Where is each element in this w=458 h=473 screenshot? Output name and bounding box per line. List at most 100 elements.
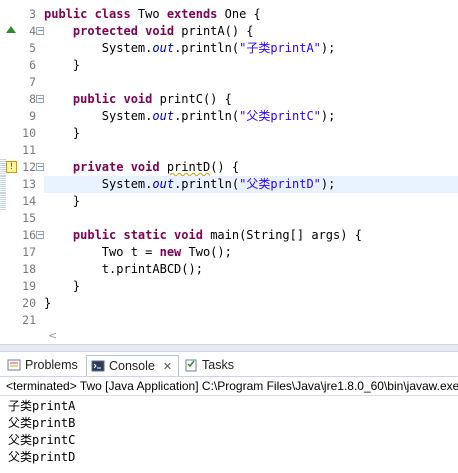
code-line[interactable]: public void printC() {: [44, 91, 458, 108]
line-number-text: 16: [22, 228, 36, 242]
line-number-text: 6: [29, 58, 36, 72]
code-line[interactable]: }: [44, 125, 458, 142]
panel-divider[interactable]: [0, 344, 458, 352]
warning-marker-icon[interactable]: !: [6, 161, 17, 173]
line-number-18: 18: [6, 261, 44, 278]
code-token: printA() {: [181, 24, 254, 38]
code-token: }: [44, 296, 52, 310]
line-number-text: 8: [29, 92, 36, 106]
code-token: );: [320, 41, 336, 55]
fold-toggle-icon[interactable]: −: [36, 231, 44, 239]
tab-console[interactable]: Console ✕: [86, 355, 180, 376]
code-area[interactable]: public class Two extends One { protected…: [44, 0, 458, 327]
code-line[interactable]: t.printABCD();: [44, 261, 458, 278]
line-number-9: 9: [6, 108, 44, 125]
code-line[interactable]: System.out.println("子类printA");: [44, 40, 458, 57]
line-number-8: 8−: [6, 91, 44, 108]
scroll-left-icon[interactable]: <: [48, 327, 57, 344]
code-line[interactable]: }: [44, 295, 458, 312]
code-line[interactable]: [44, 142, 458, 159]
tab-tasks[interactable]: Tasks: [180, 355, 240, 376]
code-token: main(String[]: [210, 228, 312, 242]
keyword-token: public class: [44, 7, 138, 21]
line-number-5: 5: [6, 40, 44, 57]
line-number-12: 12−!: [6, 159, 44, 176]
code-token: Two: [137, 7, 167, 21]
code-line[interactable]: }: [44, 57, 458, 74]
code-token: .println(: [174, 109, 240, 123]
fold-toggle-icon[interactable]: −: [36, 95, 44, 103]
code-line[interactable]: public class Two extends One {: [44, 6, 458, 23]
code-line[interactable]: private void printD() {: [44, 159, 458, 176]
fold-toggle-icon[interactable]: −: [36, 27, 44, 35]
code-token: }: [44, 194, 81, 208]
line-number-text: 21: [22, 313, 36, 327]
keyword-token: protected void: [72, 24, 182, 38]
code-token: Two();: [188, 245, 232, 259]
console-output-line: 子类printA: [8, 399, 76, 413]
code-token: System.: [44, 177, 153, 191]
line-number-text: 7: [29, 75, 36, 89]
code-line[interactable]: public static void main(String[] args) {: [44, 227, 458, 244]
keyword-token: new: [159, 245, 189, 259]
close-tab-icon[interactable]: ✕: [163, 361, 172, 373]
code-editor[interactable]: 3 4−5 6 7 8−9 10 11 12−! 13 14 15 16−17 18 19 20 21 pub…: [0, 0, 458, 344]
code-line[interactable]: [44, 74, 458, 91]
keyword-token: public static void: [72, 228, 211, 242]
tab-label: Problems: [25, 358, 78, 372]
code-line[interactable]: protected void printA() {: [44, 23, 458, 40]
code-token: ) {: [340, 228, 362, 242]
code-line[interactable]: }: [44, 278, 458, 295]
panel-tab-bar: Problems Console ✕ Tasks: [0, 352, 458, 377]
code-token: }: [44, 126, 81, 140]
code-line[interactable]: System.out.println("父类printC");: [44, 108, 458, 125]
line-number-text: 9: [29, 109, 36, 123]
line-number-20: 20: [6, 295, 44, 312]
line-number-text: 18: [22, 262, 36, 276]
line-number-21: 21: [6, 312, 44, 329]
code-token: .println(: [174, 41, 240, 55]
string-token: "父类printC": [239, 109, 321, 123]
line-number-6: 6: [6, 57, 44, 74]
code-line[interactable]: [44, 210, 458, 227]
console-output[interactable]: 子类printA 父类printB 父类printC 父类printD: [0, 396, 458, 473]
line-number-10: 10: [6, 125, 44, 142]
code-token: Two t =: [44, 245, 160, 259]
code-token: );: [320, 177, 336, 191]
code-token: );: [320, 109, 336, 123]
line-number-text: 11: [22, 143, 36, 157]
tab-label: Console: [109, 359, 155, 373]
problems-icon: [7, 358, 21, 372]
line-number-text: 3: [29, 7, 36, 21]
code-line[interactable]: Two t = new Two();: [44, 244, 458, 261]
line-number-11: 11: [6, 142, 44, 159]
line-number-text: 19: [22, 279, 36, 293]
tasks-icon: [184, 358, 198, 372]
console-status-line: <terminated> Two [Java Application] C:\P…: [0, 377, 458, 396]
code-token: System.: [44, 41, 153, 55]
field-token: out: [152, 41, 175, 55]
code-token: }: [44, 58, 81, 72]
console-icon: [91, 359, 105, 373]
fold-toggle-icon[interactable]: −: [36, 163, 44, 171]
line-number-text: 12: [22, 160, 36, 174]
horizontal-scrollbar[interactable]: <: [44, 327, 458, 344]
line-number-gutter[interactable]: 3 4−5 6 7 8−9 10 11 12−! 13 14 15 16−17 18 19 20 21: [6, 0, 44, 327]
code-line[interactable]: System.out.println("父类printD");: [44, 176, 458, 193]
console-output-line: 父类printD: [8, 450, 76, 464]
line-number-17: 17: [6, 244, 44, 261]
override-marker-icon[interactable]: [6, 26, 16, 33]
code-token: System.: [44, 109, 153, 123]
line-number-text: 17: [22, 245, 36, 259]
line-number-4: 4−: [6, 23, 44, 40]
code-line[interactable]: }: [44, 193, 458, 210]
tab-problems[interactable]: Problems: [3, 355, 84, 376]
code-token: printC() {: [159, 92, 232, 106]
string-token: "子类printA": [239, 41, 321, 55]
keyword-token: private void: [72, 160, 167, 174]
code-token: }: [44, 279, 81, 293]
